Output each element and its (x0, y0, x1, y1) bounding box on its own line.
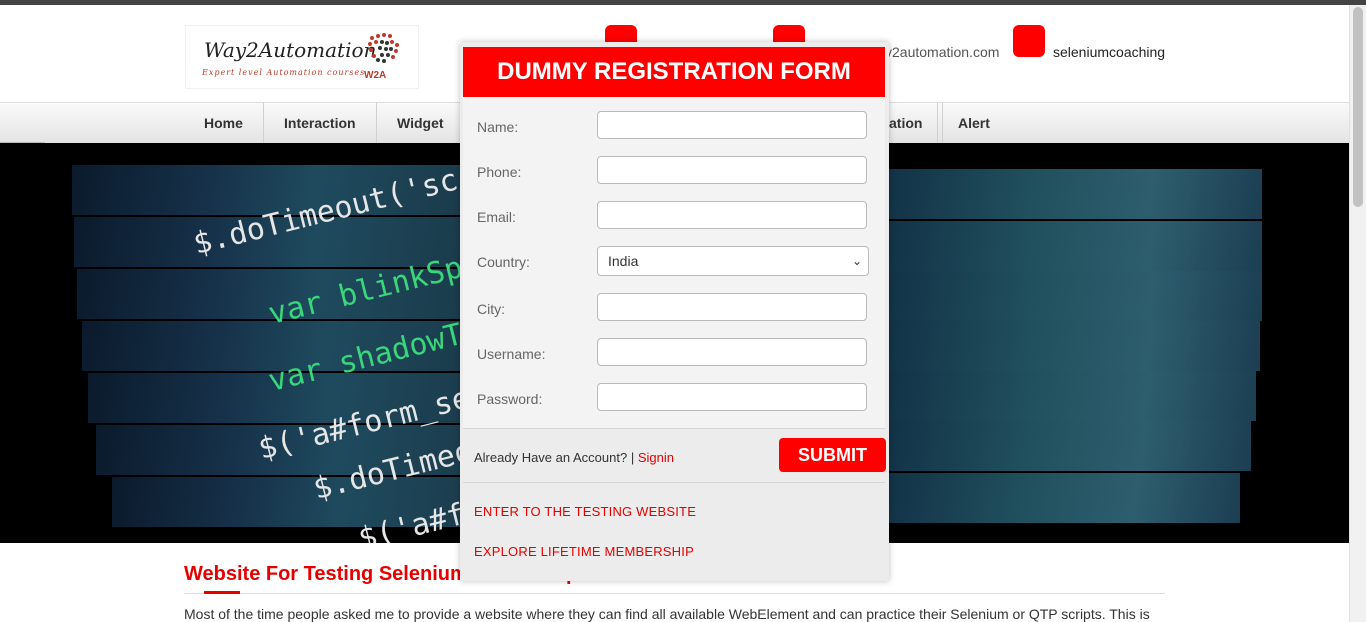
logo-sphere-icon (368, 33, 399, 63)
banner-slice-right (888, 169, 1262, 219)
banner-slice-right (888, 321, 1260, 371)
enter-testing-website-link[interactable]: ENTER TO THE TESTING WEBSITE (474, 504, 696, 519)
logo-brand-text: Way2Automation (204, 38, 377, 62)
registration-modal: DUMMY REGISTRATION FORM Name: Phone: Ema… (460, 42, 889, 581)
country-select[interactable]: India ⌄ (597, 246, 869, 276)
banner-slice-right (888, 421, 1251, 471)
username-label: Username: (477, 346, 546, 362)
nav-item-alert[interactable]: Alert (937, 103, 1010, 144)
form-divider-2 (463, 482, 885, 483)
registration-form: Name: Phone: Email: Country: India ⌄ Cit… (463, 97, 885, 428)
already-account-label: Already Have an Account? | (474, 450, 635, 465)
signin-link[interactable]: Signin (638, 450, 674, 465)
banner-slice-right (888, 271, 1262, 321)
password-input[interactable] (597, 383, 867, 411)
city-input[interactable] (597, 293, 867, 321)
name-input[interactable] (597, 111, 867, 139)
name-label: Name: (477, 119, 519, 135)
site-logo[interactable]: Way2Automation Expert level Automation c… (185, 25, 419, 89)
content-paragraph: Most of the time people asked me to prov… (184, 606, 1150, 622)
content-title: Website For Testing Selenium (184, 563, 468, 585)
modal-title: DUMMY REGISTRATION FORM (463, 47, 885, 97)
contact-skype[interactable]: seleniumcoaching (1053, 44, 1165, 60)
logo-tagline: Expert level Automation courses (202, 68, 366, 77)
banner-slice-right (888, 371, 1256, 421)
form-divider (463, 428, 885, 429)
chevron-down-icon: ⌄ (851, 254, 862, 268)
email-input[interactable] (597, 201, 867, 229)
nav-item-widget[interactable]: Widget (377, 103, 464, 144)
explore-membership-link[interactable]: EXPLORE LIFETIME MEMBERSHIP (474, 544, 694, 559)
banner-slice-right (888, 473, 1240, 523)
country-select-value: India (608, 253, 639, 269)
password-label: Password: (477, 391, 543, 407)
page-scrollbar[interactable] (1349, 5, 1366, 622)
city-label: City: (477, 301, 505, 317)
already-account-text: Already Have an Account? | Signin (474, 450, 674, 465)
nav-item-interaction[interactable]: Interaction (264, 103, 377, 144)
country-label: Country: (477, 254, 530, 270)
nav-item-home[interactable]: Home (184, 103, 264, 144)
content-divider-accent (204, 591, 240, 594)
phone-label: Phone: (477, 164, 522, 180)
skype-icon[interactable] (1013, 25, 1045, 57)
logo-mark-text: W2A (364, 70, 387, 81)
content-divider (184, 593, 1165, 594)
username-input[interactable] (597, 338, 867, 366)
scrollbar-thumb[interactable] (1353, 7, 1363, 207)
contact-email[interactable]: y2automation.com (885, 44, 999, 60)
email-label: Email: (477, 209, 516, 225)
banner-slice-right (888, 221, 1262, 271)
phone-input[interactable] (597, 156, 867, 184)
submit-button[interactable]: SUBMIT (779, 438, 886, 472)
